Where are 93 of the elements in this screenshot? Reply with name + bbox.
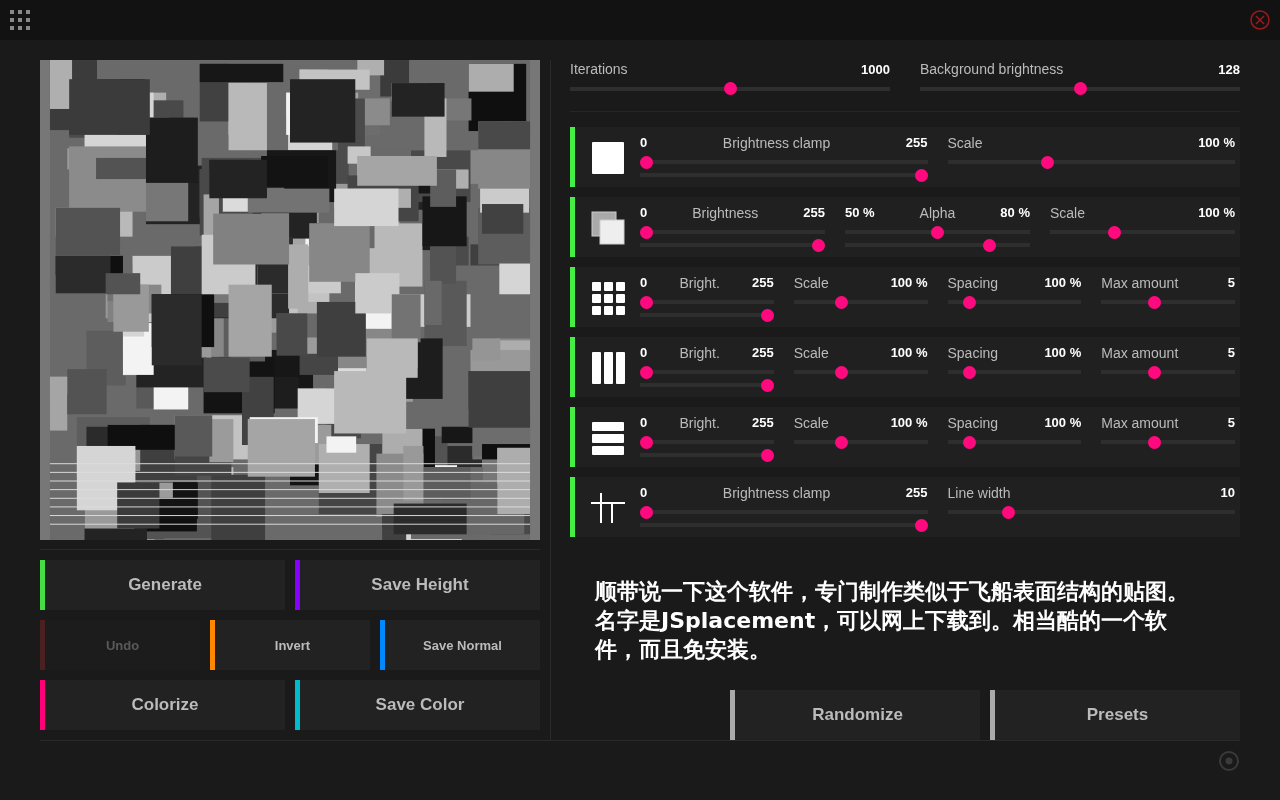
max-value: 255 (803, 205, 825, 221)
layer-toggle[interactable] (570, 196, 575, 257)
slider-label: Spacing (947, 274, 999, 291)
caption-text: 顺带说一下这个软件，专门制作类似于飞船表面结构的贴图。名字是JSplacement，可以网上下载到。相当酷的一个软件，而且免安装。 (595, 577, 1190, 664)
square-icon (590, 140, 625, 175)
slider-value: 5 (1227, 345, 1235, 361)
max-value: 255 (752, 275, 774, 291)
rows-icon (590, 420, 625, 455)
slider-label: Brightness (691, 204, 760, 221)
max-value: 255 (752, 415, 774, 431)
slider-thumb[interactable] (640, 505, 653, 519)
slider-label: Scale (793, 274, 829, 291)
slider-label: Bright. (678, 414, 721, 431)
slider-thumb[interactable] (963, 295, 977, 309)
slider-label: Line width (947, 484, 1011, 501)
slider-label: Scale (793, 344, 829, 361)
slider-value: 100 % (890, 415, 928, 431)
slider-thumb[interactable] (834, 435, 848, 449)
min-value: 0 (640, 415, 648, 431)
slider-value: 100 % (1044, 345, 1082, 361)
layer-toggle[interactable] (570, 126, 575, 187)
slider-thumb[interactable] (1148, 295, 1162, 309)
slider-thumb[interactable] (1040, 155, 1054, 169)
layer-toggle[interactable] (570, 476, 575, 537)
slider-label: Brightness clamp (721, 484, 832, 501)
slider-label: Iterations (570, 61, 628, 77)
slider-label: Spacing (947, 344, 999, 361)
slider-thumb[interactable] (1148, 435, 1162, 449)
slider-thumb[interactable] (640, 155, 653, 169)
slider-value: 100 % (890, 345, 928, 361)
slider-thumb[interactable] (1108, 225, 1122, 239)
slider-value: 100 % (890, 275, 928, 291)
slider-value: 100 % (1044, 275, 1082, 291)
slider-value: 5 (1227, 415, 1235, 431)
layer-toggle[interactable] (570, 336, 575, 397)
slider-value: 1000 (861, 61, 890, 77)
max-value: 255 (905, 485, 928, 501)
slider-thumb[interactable] (931, 225, 944, 239)
action-button[interactable]: Generate (40, 560, 285, 610)
slider-thumb[interactable] (963, 365, 977, 379)
slider-label: Max amount (1101, 414, 1179, 431)
action-button[interactable]: Save Normal (380, 620, 540, 670)
action-button[interactable]: Invert (210, 620, 370, 670)
slider-label: Bright. (678, 274, 721, 291)
slider-label: Bright. (678, 344, 721, 361)
max-value: 80 % (1000, 205, 1030, 221)
slider-value: 128 (1218, 61, 1240, 77)
layer-toggle[interactable] (570, 406, 575, 467)
slider-thumb[interactable] (834, 295, 848, 309)
grid-icon (590, 280, 625, 315)
slider-thumb[interactable] (963, 435, 977, 449)
action-button[interactable]: Save Height (295, 560, 540, 610)
max-value: 255 (752, 345, 774, 361)
slider-label: Alpha (918, 204, 957, 221)
lines-icon (590, 490, 625, 525)
slider-label: Max amount (1101, 344, 1179, 361)
slider-value: 100 % (1198, 205, 1235, 221)
columns-icon (590, 350, 625, 385)
layer-toggle[interactable] (570, 266, 575, 327)
slider-value: 100 % (1198, 135, 1235, 151)
slider-thumb[interactable] (1148, 365, 1162, 379)
slider-label: Max amount (1101, 274, 1179, 291)
slider-thumb[interactable] (640, 435, 653, 449)
slider-thumb[interactable] (723, 82, 737, 95)
slider-label: Spacing (947, 414, 999, 431)
menu-icon[interactable] (10, 10, 30, 30)
action-button[interactable]: Presets (990, 690, 1240, 740)
overlapping-squares-icon (590, 210, 625, 245)
slider-thumb[interactable] (640, 225, 653, 239)
action-button[interactable]: Colorize (40, 680, 285, 730)
slider-label: Scale (1050, 204, 1086, 221)
slider-value: 100 % (1044, 415, 1082, 431)
min-value: 50 % (845, 205, 875, 221)
slider-thumb[interactable] (640, 365, 653, 379)
min-value: 0 (640, 275, 648, 291)
slider-thumb[interactable] (1073, 82, 1087, 95)
slider-value: 10 (1220, 485, 1235, 501)
slider-label: Background brightness (920, 61, 1064, 77)
slider-thumb[interactable] (1002, 505, 1016, 519)
close-icon[interactable] (1250, 10, 1270, 30)
min-value: 0 (640, 345, 648, 361)
slider-thumb[interactable] (834, 365, 848, 379)
max-value: 255 (905, 135, 928, 151)
min-value: 0 (640, 205, 648, 221)
slider-label: Brightness clamp (721, 134, 832, 151)
slider-label: Scale (793, 414, 829, 431)
action-button[interactable]: Randomize (730, 690, 980, 740)
slider-thumb[interactable] (640, 295, 653, 309)
slider-value: 5 (1227, 275, 1235, 291)
slider-label: Scale (947, 134, 983, 151)
min-value: 0 (640, 135, 648, 151)
action-button[interactable]: Save Color (295, 680, 540, 730)
min-value: 0 (640, 485, 648, 501)
